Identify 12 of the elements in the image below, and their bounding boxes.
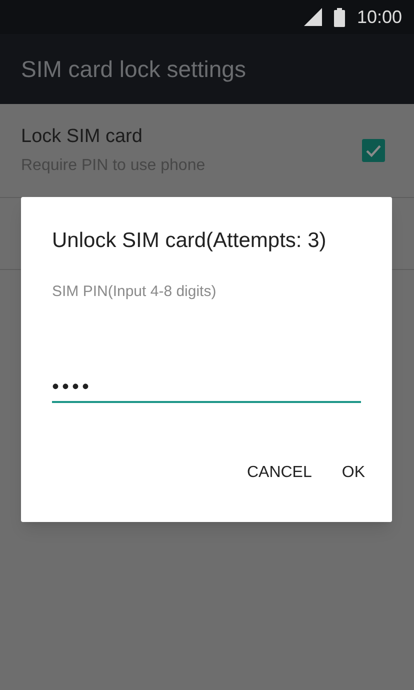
checkmark-icon (365, 144, 382, 158)
pin-input-field[interactable]: •••• (52, 371, 361, 403)
dialog-button[interactable]: CANCEL (234, 453, 324, 493)
dialog-title: Unlock SIM card(Attempts: 3) (52, 228, 328, 254)
dialog-button[interactable]: OK (330, 453, 377, 493)
status-time: 10:00 (356, 6, 402, 28)
signal-icon (304, 8, 322, 26)
dialog-message: SIM PIN(Input 4-8 digits) (52, 282, 218, 302)
screen-title: SIM card lock settings (21, 54, 246, 84)
setting-title: Lock SIM card (21, 125, 144, 150)
battery-icon (334, 8, 345, 26)
checkbox[interactable] (362, 139, 385, 162)
